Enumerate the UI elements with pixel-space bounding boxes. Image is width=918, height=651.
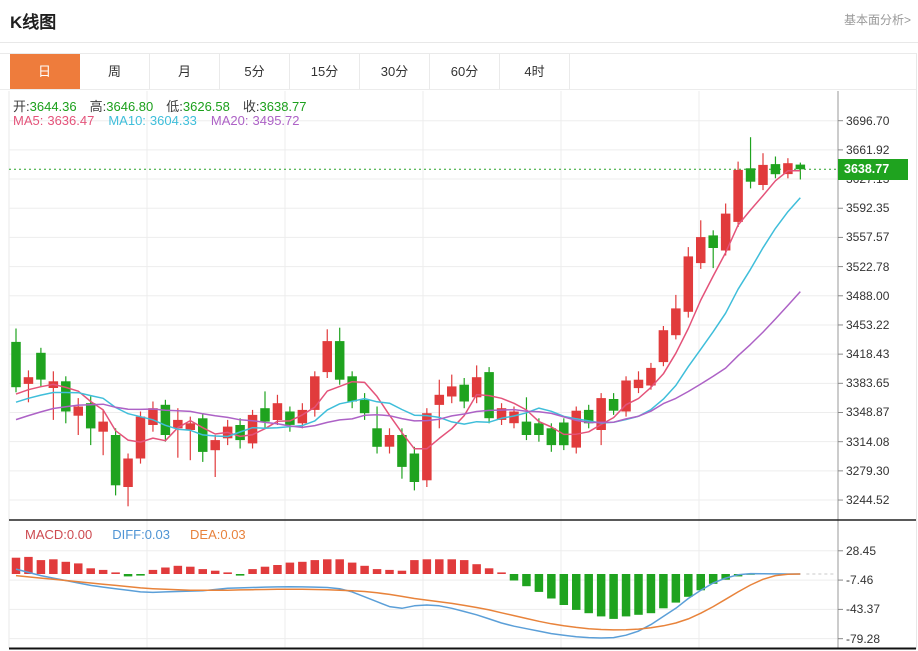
price-axis-label: 3383.65 [846, 376, 916, 390]
close-label: 收: [243, 99, 260, 114]
price-axis-label: 3418.43 [846, 347, 916, 361]
close-value: 3638.77 [260, 99, 307, 114]
widget-right-border [916, 53, 917, 649]
dea-label: DEA: [190, 527, 220, 542]
price-axis-label: 3279.30 [846, 464, 916, 478]
ma5-label: MA5: [13, 113, 43, 128]
price-axis-label: 3244.52 [846, 493, 916, 507]
price-axis-label: 3488.00 [846, 289, 916, 303]
price-axis-label: 3348.87 [846, 405, 916, 419]
price-axis-label: 3696.70 [846, 114, 916, 128]
high-value: 3646.80 [106, 99, 153, 114]
diff-value: 0.03 [145, 527, 170, 542]
high-label: 高: [90, 99, 107, 114]
macd-readout: MACD:0.00DIFF:0.03DEA:0.03 [25, 527, 246, 542]
ma-readout: MA5: 3636.47 MA10: 3604.33 MA20: 3495.72 [13, 113, 304, 128]
price-axis-label: 3592.35 [846, 201, 916, 215]
open-label: 开: [13, 99, 30, 114]
macd-axis-label: -43.37 [846, 602, 916, 616]
ma20-label: MA20: [211, 113, 249, 128]
price-axis-label: 3522.78 [846, 260, 916, 274]
price-axis-label: 3453.22 [846, 318, 916, 332]
current-price-badge: 3638.77 [838, 159, 908, 180]
low-value: 3626.58 [183, 99, 230, 114]
dea-value: 0.03 [220, 527, 245, 542]
ma10-label: MA10: [108, 113, 146, 128]
ma5-value: 3636.47 [47, 113, 94, 128]
price-axis-label: 3557.57 [846, 230, 916, 244]
low-label: 低: [166, 99, 183, 114]
diff-label: DIFF: [112, 527, 145, 542]
ma10-value: 3604.33 [150, 113, 197, 128]
open-value: 3644.36 [30, 99, 77, 114]
macd-axis-label: -79.28 [846, 632, 916, 646]
macd-axis-label: 28.45 [846, 544, 916, 558]
ma20-value: 3495.72 [253, 113, 300, 128]
price-axis-label: 3314.08 [846, 435, 916, 449]
kline-chart-widget: K线图 基本面分析> 日 周 月 5分 15分 30分 60分 4时 开:364… [0, 0, 918, 651]
macd-label: MACD: [25, 527, 67, 542]
macd-axis-label: -7.46 [846, 573, 916, 587]
macd-value: 0.00 [67, 527, 92, 542]
price-axis-label: 3661.92 [846, 143, 916, 157]
